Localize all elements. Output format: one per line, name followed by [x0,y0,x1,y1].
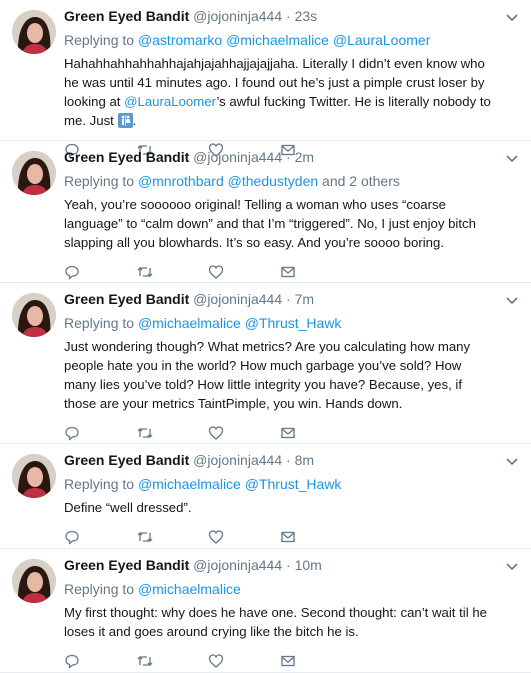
tweet-text: My first thought: why does he have one. … [64,605,487,639]
replying-to-label: Replying to [64,173,135,189]
tweet-header: Green Eyed Bandit @jojoninja444 · 10m [64,549,495,574]
mention-link[interactable]: @Thrust_Hawk [245,476,342,492]
tweet-text: Just wondering though? What metrics? Are… [64,339,471,411]
display-name[interactable]: Green Eyed Bandit [64,291,189,307]
timestamp[interactable]: 8m [295,452,314,468]
tweet-header: Green Eyed Bandit @jojoninja444 · 2m [64,141,495,166]
chevron-down-icon[interactable] [505,559,519,573]
replying-to-label: Replying to [64,581,135,597]
tweet[interactable]: Green Eyed Bandit @jojoninja444 · 2m Rep… [0,141,531,283]
separator-dot: · [286,452,291,468]
timestamp[interactable]: 7m [295,291,314,307]
tweet-text: Define “well dressed”. [64,500,192,515]
envelope-icon[interactable] [280,651,352,671]
reply-icon[interactable] [64,527,136,547]
avatar[interactable] [12,454,56,498]
mention-link[interactable]: @michaelmalice [138,315,241,331]
tweet[interactable]: Green Eyed Bandit @jojoninja444 · 23s Re… [0,0,531,158]
avatar[interactable] [12,293,56,337]
separator-dot: · [286,291,291,307]
restroom-emoji-icon [117,113,133,128]
replying-to: Replying to @michaelmalice @Thrust_Hawk [64,475,495,493]
envelope-icon[interactable] [280,262,352,282]
heart-icon[interactable] [208,262,280,282]
replying-to: Replying to @mnrothbard @thedustyden and… [64,172,495,190]
timestamp[interactable]: 2m [295,149,314,165]
user-handle[interactable]: @jojoninja444 [193,149,282,165]
chevron-down-icon[interactable] [505,151,519,165]
chevron-down-icon[interactable] [505,10,519,24]
user-handle[interactable]: @jojoninja444 [193,8,282,24]
tweet[interactable]: Green Eyed Bandit @jojoninja444 · 7m Rep… [0,283,531,444]
tweet-text-part: . [132,113,137,128]
display-name[interactable]: Green Eyed Bandit [64,149,189,165]
tweet-actions [64,423,495,443]
heart-icon[interactable] [208,527,280,547]
envelope-icon[interactable] [280,527,352,547]
user-handle[interactable]: @jojoninja444 [193,452,282,468]
separator-dot: · [286,149,291,165]
timestamp[interactable]: 23s [295,8,318,24]
mention-link[interactable]: @LauraLoomer [124,94,216,109]
tweet-actions [64,651,495,671]
display-name[interactable]: Green Eyed Bandit [64,452,189,468]
heart-icon[interactable] [208,423,280,443]
replying-to-label: Replying to [64,32,135,48]
avatar[interactable] [12,151,56,195]
display-name[interactable]: Green Eyed Bandit [64,8,189,24]
tweet-text: Yeah, you’re soooooo original! Telling a… [64,197,476,250]
tweet-header: Green Eyed Bandit @jojoninja444 · 23s [64,0,495,25]
mention-link[interactable]: @michaelmalice [226,32,329,48]
mention-link[interactable]: @Thrust_Hawk [245,315,342,331]
replying-to: Replying to @michaelmalice @Thrust_Hawk [64,314,495,332]
retweet-icon[interactable] [136,527,208,547]
tweet-actions [64,527,495,547]
envelope-icon[interactable] [280,423,352,443]
retweet-icon[interactable] [136,262,208,282]
replying-to: Replying to @astromarko @michaelmalice @… [64,31,495,49]
display-name[interactable]: Green Eyed Bandit [64,557,189,573]
chevron-down-icon[interactable] [505,293,519,307]
user-handle[interactable]: @jojoninja444 [193,557,282,573]
reply-icon[interactable] [64,651,136,671]
separator-dot: · [286,8,291,24]
mention-link[interactable]: @thedustyden [228,173,319,189]
mention-link[interactable]: @michaelmalice [138,581,241,597]
tweet-header: Green Eyed Bandit @jojoninja444 · 7m [64,283,495,308]
mention-link[interactable]: @mnrothbard [138,173,224,189]
user-handle[interactable]: @jojoninja444 [193,291,282,307]
tweet[interactable]: Green Eyed Bandit @jojoninja444 · 10m Re… [0,549,531,673]
avatar[interactable] [12,10,56,54]
replying-to-label: Replying to [64,476,135,492]
mention-link[interactable]: @astromarko [138,32,222,48]
reply-icon[interactable] [64,262,136,282]
tweet-actions [64,262,495,282]
separator-dot: · [286,557,291,573]
heart-icon[interactable] [208,651,280,671]
retweet-icon[interactable] [136,651,208,671]
avatar[interactable] [12,559,56,603]
mention-link[interactable]: @michaelmalice [138,476,241,492]
reply-icon[interactable] [64,423,136,443]
replying-to-label: Replying to [64,315,135,331]
retweet-icon[interactable] [136,423,208,443]
mention-link[interactable]: @LauraLoomer [333,32,431,48]
tweet-header: Green Eyed Bandit @jojoninja444 · 8m [64,444,495,469]
tweet[interactable]: Green Eyed Bandit @jojoninja444 · 8m Rep… [0,444,531,549]
chevron-down-icon[interactable] [505,454,519,468]
timestamp[interactable]: 10m [295,557,322,573]
tweet-text: Hahahhahhahhahhajahjajahhajjajajjaha. Li… [64,54,495,130]
tweet-feed: Green Eyed Bandit @jojoninja444 · 23s Re… [0,0,531,673]
others-link[interactable]: and 2 others [322,173,400,189]
replying-to: Replying to @michaelmalice [64,580,495,598]
